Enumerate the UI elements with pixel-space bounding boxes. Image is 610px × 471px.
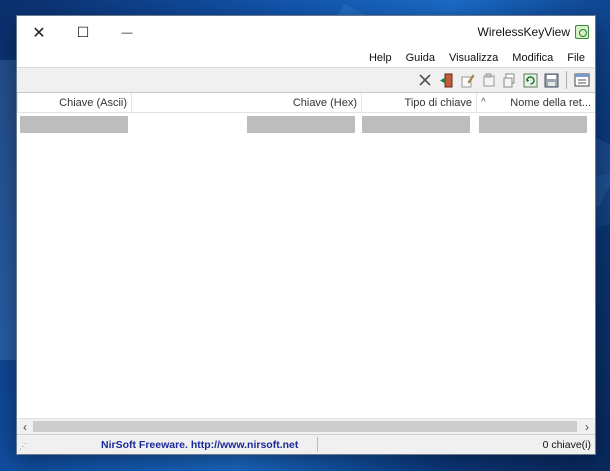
menu-help[interactable]: Help bbox=[363, 51, 398, 65]
redacted-cell-network-name[interactable] bbox=[479, 116, 587, 133]
close-icon: ✕ bbox=[32, 24, 46, 42]
redacted-cell-key-hex[interactable] bbox=[247, 116, 355, 133]
redacted-cell-key-ascii[interactable] bbox=[20, 116, 128, 133]
exit-button[interactable] bbox=[437, 71, 455, 89]
resize-grip-icon[interactable]: ⋰ bbox=[19, 442, 27, 451]
toolbar bbox=[17, 67, 595, 93]
save-button[interactable] bbox=[542, 71, 560, 89]
column-header-label: Nome della ret... bbox=[510, 97, 591, 109]
sort-ascending-icon: ^ bbox=[481, 97, 486, 108]
menu-bar: File Modifica Visualizza Guida Help bbox=[17, 49, 595, 67]
close-button[interactable]: ✕ bbox=[17, 16, 61, 49]
column-header-label: Chiave (Ascii) bbox=[59, 97, 127, 109]
delete-button[interactable] bbox=[416, 71, 434, 89]
column-header-network-name[interactable]: ^ Nome della ret... bbox=[476, 93, 595, 113]
redacted-cell-key-type[interactable] bbox=[362, 116, 470, 133]
maximize-icon: ☐ bbox=[76, 24, 90, 40]
copy-button[interactable] bbox=[500, 71, 518, 89]
scroll-right-button[interactable]: › bbox=[579, 419, 595, 435]
save-icon bbox=[544, 73, 558, 87]
title-bar[interactable]: ✕ ☐ — WirelessKeyView bbox=[17, 16, 595, 49]
list-header: ^ Nome della ret... Tipo di chiave Chiav… bbox=[17, 93, 595, 113]
window-title-text: WirelessKeyView bbox=[477, 25, 570, 39]
refresh-icon bbox=[523, 73, 537, 87]
copy-icon bbox=[503, 73, 514, 87]
column-header-label: Tipo di chiave bbox=[404, 97, 472, 109]
edit-icon bbox=[461, 74, 474, 87]
scroll-thumb[interactable] bbox=[33, 421, 577, 432]
minimize-button[interactable]: — bbox=[105, 16, 149, 49]
minimize-icon: — bbox=[121, 26, 133, 39]
menu-file[interactable]: File bbox=[561, 51, 591, 65]
properties-icon bbox=[574, 73, 590, 87]
edit-button[interactable] bbox=[458, 71, 476, 89]
properties-button[interactable] bbox=[573, 71, 591, 89]
key-list[interactable] bbox=[17, 113, 595, 418]
toolbar-separator bbox=[566, 71, 567, 89]
maximize-button[interactable]: ☐ bbox=[61, 16, 105, 49]
menu-modifica[interactable]: Modifica bbox=[506, 51, 559, 65]
window-title: WirelessKeyView bbox=[478, 25, 589, 39]
status-key-count: 0 chiave(i) bbox=[542, 439, 591, 451]
copy-alt-icon bbox=[483, 73, 494, 86]
scroll-left-button[interactable]: ‹ bbox=[17, 419, 33, 435]
refresh-button[interactable] bbox=[521, 71, 539, 89]
wireless-key-app-icon bbox=[575, 25, 589, 39]
chevron-right-icon: › bbox=[585, 420, 589, 434]
horizontal-scrollbar[interactable]: ‹ › bbox=[17, 418, 595, 434]
status-separator bbox=[317, 437, 318, 452]
app-window: ✕ ☐ — WirelessKeyView File Modifica Visu… bbox=[16, 15, 596, 455]
delete-icon bbox=[419, 74, 431, 86]
column-header-key-ascii[interactable]: Chiave (Ascii) bbox=[17, 93, 131, 113]
copy-alt-button[interactable] bbox=[479, 71, 497, 89]
chevron-left-icon: ‹ bbox=[23, 420, 27, 434]
exit-icon bbox=[439, 73, 452, 87]
status-credit: NirSoft Freeware. http://www.nirsoft.net bbox=[101, 439, 299, 451]
menu-guida[interactable]: Guida bbox=[400, 51, 441, 65]
status-bar: ⋰ NirSoft Freeware. http://www.nirsoft.n… bbox=[17, 434, 595, 454]
column-header-label: Chiave (Hex) bbox=[292, 97, 357, 109]
menu-visualizza[interactable]: Visualizza bbox=[443, 51, 504, 65]
column-header-key-hex[interactable]: Chiave (Hex) bbox=[131, 93, 361, 113]
column-header-key-type[interactable]: Tipo di chiave bbox=[361, 93, 476, 113]
